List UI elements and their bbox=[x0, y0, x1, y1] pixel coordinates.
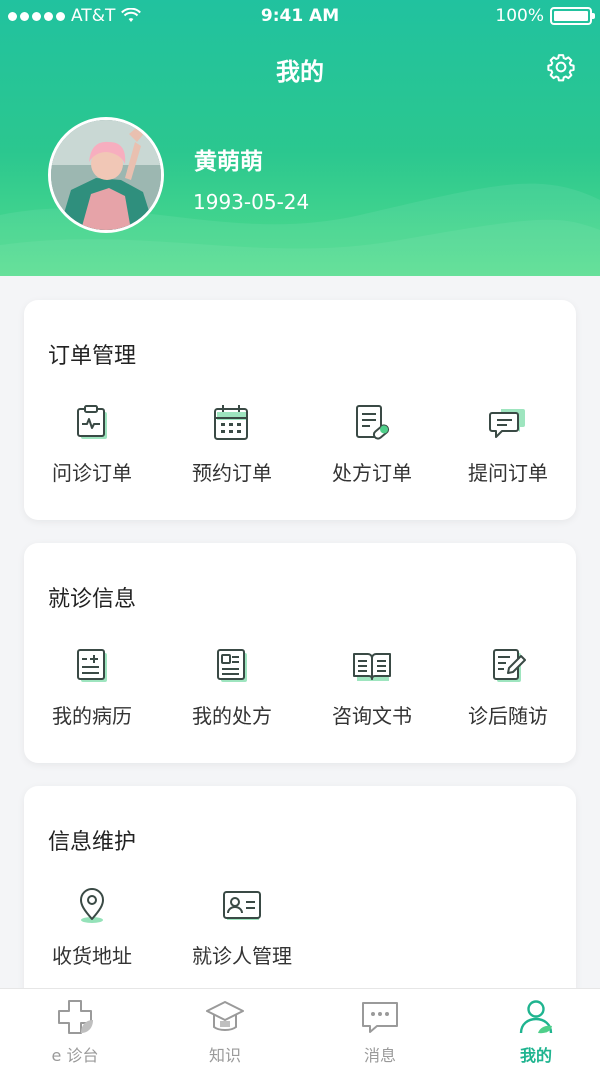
orders-section-title: 订单管理 bbox=[48, 344, 137, 369]
follow-up-button[interactable]: 诊后随访 bbox=[438, 646, 578, 746]
clipboard-pulse-icon bbox=[77, 405, 107, 439]
patient-management-label: 就诊人管理 bbox=[192, 944, 292, 968]
id-card-icon bbox=[223, 891, 261, 920]
profile-header: AT&T 9:41 AM 100% 我的 黄萌萌 1993-05-24 bbox=[0, 0, 600, 276]
consultation-docs-button[interactable]: 咨询文书 bbox=[302, 646, 442, 746]
tab-mine-label: 我的 bbox=[519, 1046, 552, 1065]
open-book-icon bbox=[353, 653, 391, 681]
tab-e-clinic-label: e 诊台 bbox=[51, 1046, 99, 1065]
question-orders-button[interactable]: 提问订单 bbox=[438, 403, 578, 503]
follow-up-label: 诊后随访 bbox=[468, 704, 548, 728]
tab-e-clinic[interactable]: e 诊台 bbox=[0, 989, 150, 1067]
chat-bubbles-icon bbox=[489, 409, 525, 438]
medical-records-button[interactable]: 我的病历 bbox=[22, 646, 162, 746]
visit-info-card: 就诊信息 我的病历 我的处方 咨询文书 诊后随访 bbox=[24, 543, 576, 763]
tab-messages[interactable]: 消息 bbox=[305, 989, 455, 1067]
calendar-icon bbox=[214, 405, 248, 440]
bottom-tab-bar: e 诊台 知识 消息 我的 bbox=[0, 988, 600, 1067]
consultation-docs-label: 咨询文书 bbox=[332, 704, 412, 728]
avatar[interactable] bbox=[48, 117, 164, 233]
gear-icon bbox=[547, 54, 575, 82]
page-title: 我的 bbox=[276, 58, 324, 86]
tab-knowledge[interactable]: 知识 bbox=[150, 989, 300, 1067]
avatar-photo bbox=[51, 120, 161, 230]
person-icon bbox=[519, 1000, 553, 1034]
my-prescriptions-label: 我的处方 bbox=[192, 704, 272, 728]
tab-mine[interactable]: 我的 bbox=[461, 989, 600, 1067]
shipping-address-label: 收货地址 bbox=[52, 944, 132, 968]
battery-icon bbox=[550, 7, 595, 25]
medical-records-label: 我的病历 bbox=[52, 704, 132, 728]
prescription-orders-label: 处方订单 bbox=[332, 461, 412, 485]
settings-button[interactable] bbox=[546, 52, 576, 82]
status-battery-group: 100% bbox=[495, 6, 595, 26]
user-name: 黄萌萌 bbox=[194, 149, 263, 175]
orders-card: 订单管理 问诊订单 预约订单 处方订单 提问订单 bbox=[24, 300, 576, 520]
consultation-orders-button[interactable]: 问诊订单 bbox=[22, 403, 162, 503]
edit-note-icon bbox=[493, 649, 526, 682]
medical-cross-icon bbox=[58, 1000, 93, 1034]
question-orders-label: 提问订单 bbox=[468, 461, 548, 485]
status-bar: AT&T 9:41 AM 100% bbox=[0, 0, 600, 34]
tab-messages-label: 消息 bbox=[363, 1046, 396, 1065]
appointment-orders-button[interactable]: 预约订单 bbox=[162, 403, 302, 503]
medical-record-icon bbox=[77, 649, 107, 682]
info-section-title: 信息维护 bbox=[48, 830, 137, 855]
info-maintenance-card: 信息维护 收货地址 就诊人管理 bbox=[24, 786, 576, 1016]
message-icon bbox=[362, 1002, 398, 1033]
shipping-address-button[interactable]: 收货地址 bbox=[22, 886, 162, 986]
location-pin-icon bbox=[80, 888, 104, 923]
tab-knowledge-label: 知识 bbox=[208, 1046, 241, 1065]
battery-percent: 100% bbox=[495, 6, 544, 26]
visit-section-title: 就诊信息 bbox=[48, 587, 137, 612]
prescription-doc-icon bbox=[217, 649, 247, 682]
prescription-pill-icon bbox=[356, 405, 390, 440]
my-prescriptions-button[interactable]: 我的处方 bbox=[162, 646, 302, 746]
consultation-orders-label: 问诊订单 bbox=[52, 461, 132, 485]
graduation-cap-icon bbox=[206, 1001, 244, 1031]
patient-management-button[interactable]: 就诊人管理 bbox=[172, 886, 312, 986]
appointment-orders-label: 预约订单 bbox=[192, 461, 272, 485]
prescription-orders-button[interactable]: 处方订单 bbox=[302, 403, 442, 503]
user-birthdate: 1993-05-24 bbox=[193, 190, 310, 214]
